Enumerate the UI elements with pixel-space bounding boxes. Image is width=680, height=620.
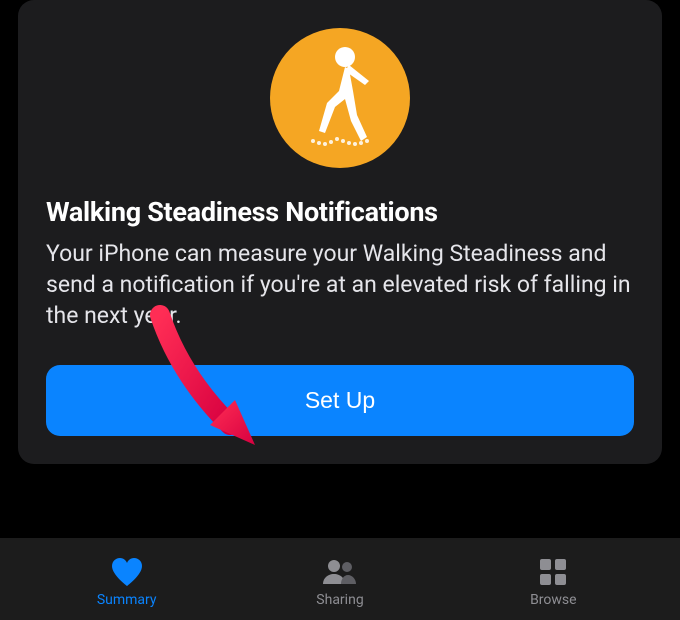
walking-steadiness-card: Walking Steadiness Notifications Your iP… (18, 0, 662, 464)
tab-bar: Summary Sharing Browse (0, 538, 680, 620)
tab-label: Browse (530, 592, 576, 608)
card-description: Your iPhone can measure your Walking Ste… (46, 238, 634, 331)
tab-summary[interactable]: Summary (20, 556, 233, 608)
tab-label: Summary (97, 592, 157, 608)
walking-steadiness-icon (270, 28, 410, 168)
card-title: Walking Steadiness Notifications (46, 196, 438, 228)
heart-icon (110, 556, 144, 588)
tab-sharing[interactable]: Sharing (233, 556, 446, 608)
grid-icon (539, 556, 567, 588)
set-up-button[interactable]: Set Up (46, 365, 634, 436)
people-icon (319, 556, 361, 588)
tab-label: Sharing (316, 592, 363, 608)
tab-browse[interactable]: Browse (447, 556, 660, 608)
